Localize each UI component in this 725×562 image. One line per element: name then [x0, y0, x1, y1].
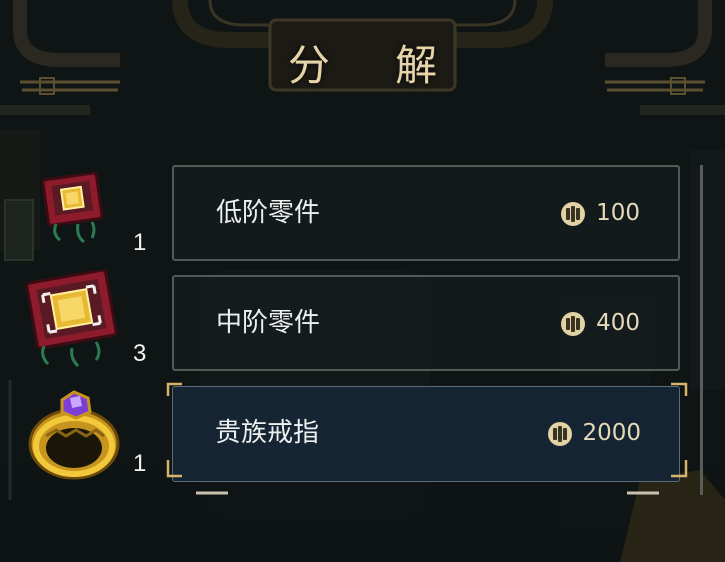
scrollbar-track[interactable]	[700, 165, 703, 495]
mid-tier-chip-icon	[25, 270, 118, 368]
item-name: 低阶零件	[216, 198, 321, 228]
item-price: 2000	[582, 420, 641, 446]
page-title: 分 解	[287, 41, 464, 90]
item-quantity: 1	[133, 450, 147, 477]
item-row-mid-tier-part[interactable]: 中阶零件 400	[172, 275, 680, 371]
item-row-low-tier-part[interactable]: 低阶零件 100	[172, 165, 680, 261]
item-quantity: 3	[133, 340, 147, 367]
item-name: 贵族戒指	[215, 418, 320, 448]
coin-icon	[561, 312, 585, 336]
coin-icon	[561, 202, 585, 226]
item-price: 100	[596, 200, 640, 226]
coin-icon	[548, 422, 572, 446]
item-price: 400	[596, 310, 640, 336]
item-row-noble-ring[interactable]: 贵族戒指 2000	[172, 386, 680, 482]
low-tier-chip-icon	[41, 171, 104, 244]
item-quantity: 1	[133, 229, 147, 256]
noble-ring-icon	[28, 390, 120, 480]
item-name: 中阶零件	[216, 308, 321, 338]
